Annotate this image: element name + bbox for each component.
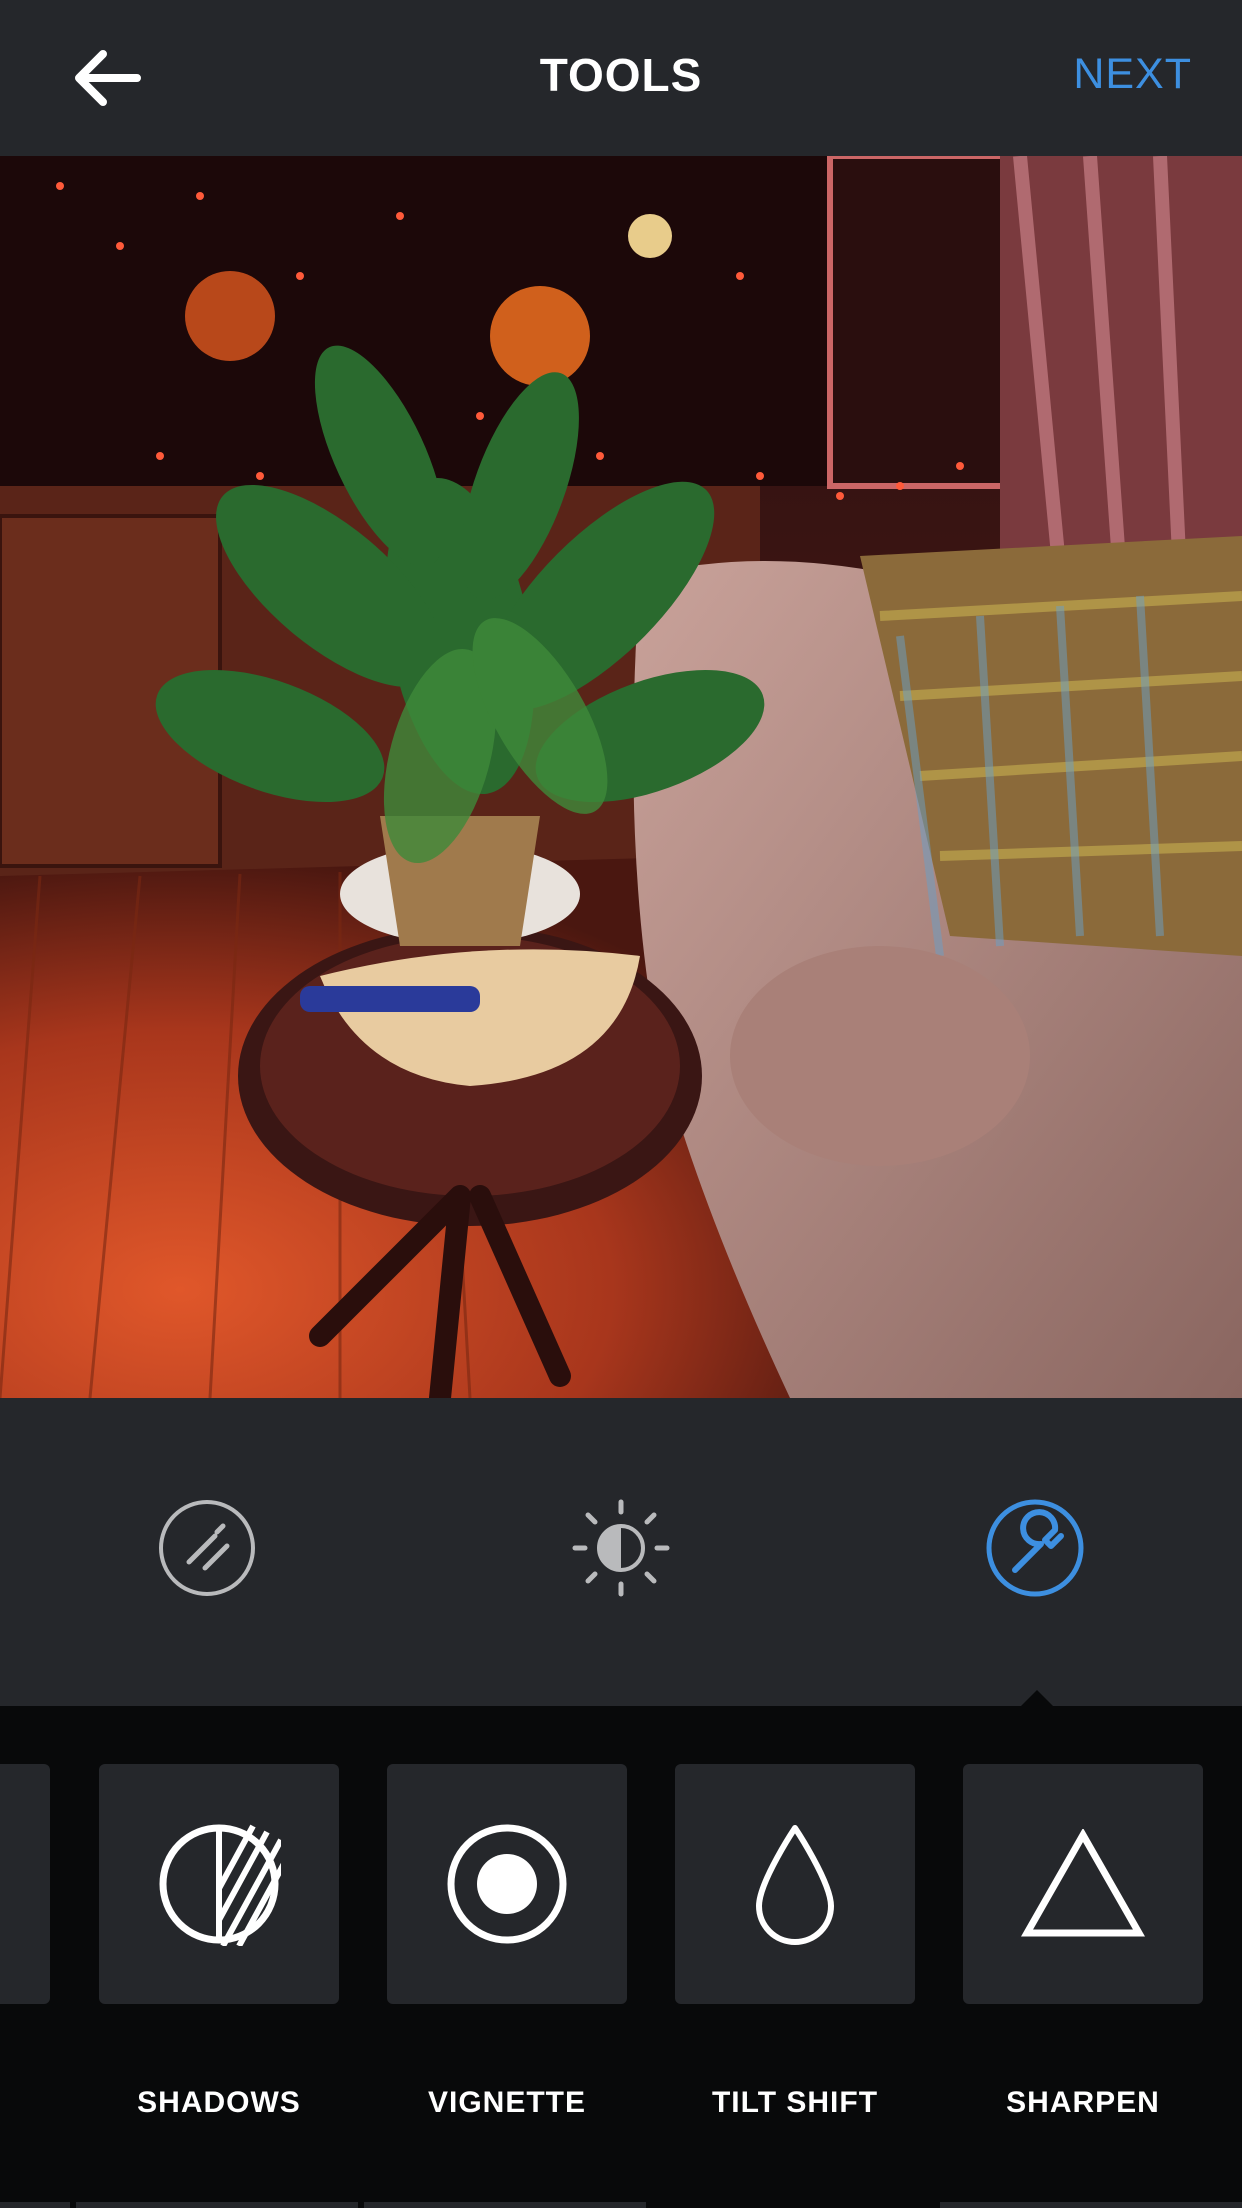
tool-tile-tilt-shift[interactable] [675, 1764, 915, 2004]
tool-tile-vignette[interactable] [387, 1764, 627, 2004]
tilt-shift-icon [756, 1825, 834, 1945]
tool-tile-shadows[interactable] [99, 1764, 339, 2004]
tool-label-sharpen: SHARPEN [1006, 2086, 1160, 2119]
scroll-indicator-segment [0, 2202, 70, 2208]
tool-label-partial: TS [0, 2086, 46, 2120]
sun-adjust-icon [572, 1499, 670, 1597]
tool-tile-partial[interactable] [0, 1764, 50, 2004]
selected-tab-indicator [1021, 1690, 1053, 1706]
editor-mode-bar [0, 1398, 1242, 1706]
page-title: TOOLS [539, 49, 703, 101]
scroll-indicator-segment [364, 2202, 646, 2208]
next-button[interactable]: NEXT [1073, 50, 1192, 99]
tool-label-tilt-shift: TILT SHIFT [711, 2086, 879, 2119]
tool-tile-sharpen[interactable] [963, 1764, 1203, 2004]
wrench-tools-icon [986, 1499, 1084, 1597]
tools-tray: TS SHADOWS VIGNETTE TILT SHIFT [0, 1706, 1242, 2208]
tools-tab[interactable] [985, 1498, 1085, 1598]
shadows-icon [159, 1824, 281, 1946]
adjust-tab[interactable] [571, 1498, 671, 1598]
vignette-icon [447, 1824, 567, 1944]
scroll-indicator-segment [76, 2202, 358, 2208]
top-bar: TOOLS NEXT [0, 0, 1242, 156]
sharpen-icon [1021, 1829, 1145, 1937]
scroll-indicator-segment [940, 2202, 1242, 2208]
living-room-photo [0, 156, 1242, 1398]
lux-tab[interactable] [157, 1498, 257, 1598]
photo-preview [0, 156, 1242, 1398]
lux-wand-icon [159, 1500, 255, 1596]
tool-label-shadows: SHADOWS [137, 2086, 301, 2119]
tool-label-vignette: VIGNETTE [427, 2086, 586, 2119]
